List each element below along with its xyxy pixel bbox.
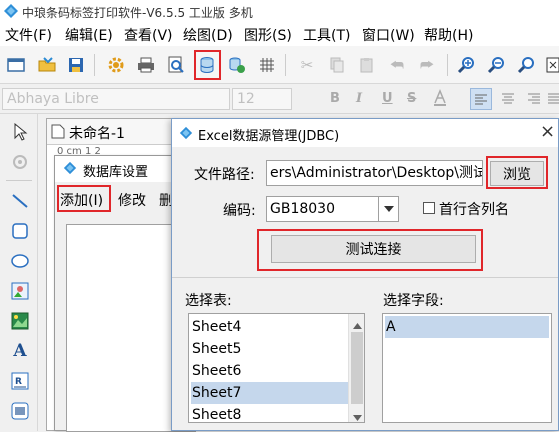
document-icon [51, 124, 65, 143]
app-logo-icon [3, 3, 19, 19]
excel-datasource-dialog: Excel数据源管理(JDBC) × 文件路径: ers\Administrat… [171, 118, 559, 431]
menu-edit[interactable]: 编辑(E) [65, 25, 113, 45]
menu-shape[interactable]: 图形(S) [244, 25, 292, 45]
dialog-title: Excel数据源管理(JDBC) [198, 129, 340, 144]
new-icon[interactable] [6, 55, 26, 75]
main-toolbar: ✂ ⮪ ⮫ [0, 46, 559, 84]
db-edit-button[interactable]: 修改 [118, 190, 146, 210]
chevron-down-icon[interactable] [379, 196, 399, 222]
format-bar: Abhaya Libre 12 B I U S [0, 84, 559, 114]
field-item-a[interactable]: A [385, 316, 549, 338]
grid-icon[interactable] [257, 55, 277, 75]
table-item-sheet4[interactable]: Sheet4 [191, 316, 348, 338]
text-tool-icon[interactable]: A [9, 340, 31, 362]
left-toolbar: A R [0, 114, 38, 431]
font-color-icon[interactable] [432, 89, 448, 111]
encoding-value: GB18030 [270, 201, 335, 217]
line-tool-icon[interactable] [9, 190, 31, 212]
path-label: 文件路径: [194, 167, 255, 183]
strikethrough-button[interactable]: S [407, 91, 416, 106]
table-item-sheet8[interactable]: Sheet8 [191, 404, 348, 422]
fields-label: 选择字段: [383, 293, 444, 309]
close-icon[interactable]: × [540, 121, 555, 142]
select-arrow-icon[interactable] [9, 121, 31, 143]
font-name-select[interactable]: Abhaya Libre [2, 88, 230, 110]
fit-page-icon[interactable] [543, 55, 559, 75]
title-bar: 中琅条码标签打印软件-V6.5.5 工业版 多机 [0, 0, 559, 22]
browse-highlight [486, 156, 548, 189]
test-connection-highlight [257, 229, 483, 271]
menu-help[interactable]: 帮助(H) [424, 25, 473, 45]
app-logo-dialog-icon [179, 126, 193, 144]
svg-text:R: R [15, 377, 22, 387]
path-input[interactable]: ers\Administrator\Desktop\测试.xls [266, 160, 483, 186]
menu-file[interactable]: 文件(F) [5, 25, 52, 45]
barcode-tool-icon[interactable] [9, 400, 31, 422]
zoom-out-icon[interactable] [486, 55, 506, 75]
table-item-sheet6[interactable]: Sheet6 [191, 360, 348, 382]
print-icon[interactable] [136, 55, 156, 75]
table-item-sheet7-selected[interactable]: Sheet7 [191, 382, 348, 404]
rectangle-tool-icon[interactable] [9, 220, 31, 242]
table-item-sheet5[interactable]: Sheet5 [191, 338, 348, 360]
align-center-button[interactable] [498, 88, 518, 112]
encoding-label: 编码: [223, 203, 256, 219]
document-tab-bar: 未命名-1 [47, 119, 187, 145]
copy-icon[interactable] [327, 55, 347, 75]
paste-icon[interactable] [357, 55, 377, 75]
save-icon[interactable] [66, 55, 86, 75]
align-left-button[interactable] [470, 88, 492, 110]
menu-bar: 文件(F) 编辑(E) 查看(V) 绘图(D) 图形(S) 工具(T) 窗口(W… [0, 22, 559, 46]
database-connect-icon[interactable] [227, 55, 247, 75]
database-highlight [194, 50, 221, 80]
fields-list[interactable]: A [382, 313, 552, 423]
menu-tools[interactable]: 工具(T) [303, 25, 350, 45]
tables-label: 选择表: [185, 293, 232, 309]
menu-window[interactable]: 窗口(W) [362, 25, 415, 45]
dialog-title-bar: Excel数据源管理(JDBC) × [172, 119, 558, 147]
italic-button[interactable]: I [356, 91, 362, 106]
cut-icon[interactable]: ✂ [297, 55, 317, 75]
scroll-up-icon[interactable] [353, 318, 362, 333]
font-size-select[interactable]: 12 [232, 88, 292, 110]
ellipse-tool-icon[interactable] [9, 250, 31, 272]
encoding-select[interactable]: GB18030 [266, 196, 379, 222]
undo-icon[interactable]: ⮪ [387, 55, 407, 75]
tables-list[interactable]: Sheet4 Sheet5 Sheet6 Sheet7 Sheet8 [188, 313, 365, 423]
picture-tool-icon[interactable] [9, 310, 31, 332]
align-right-button[interactable] [524, 88, 544, 112]
tables-scrollbar[interactable] [348, 314, 364, 422]
zoom-fit-icon[interactable] [516, 55, 536, 75]
db-window-title: 数据库设置 [83, 165, 149, 180]
rotate-icon[interactable] [9, 151, 31, 173]
window-title: 中琅条码标签打印软件-V6.5.5 工业版 多机 [22, 6, 253, 20]
first-row-checkbox[interactable] [423, 202, 435, 214]
align-justify-button[interactable] [548, 88, 559, 112]
bold-button[interactable]: B [330, 91, 340, 106]
menu-draw[interactable]: 绘图(D) [183, 25, 233, 45]
tables-scroll-thumb[interactable] [351, 332, 363, 404]
settings-gear-icon[interactable] [106, 55, 126, 75]
document-tab-label[interactable]: 未命名-1 [69, 123, 125, 143]
db-add-highlight [57, 185, 111, 212]
open-icon[interactable] [37, 55, 57, 75]
app-logo-small-icon [63, 161, 77, 179]
rich-text-tool-icon[interactable]: R [9, 370, 31, 392]
underline-button[interactable]: U [382, 91, 393, 106]
print-preview-icon[interactable] [166, 55, 186, 75]
scroll-down-icon[interactable] [353, 410, 362, 422]
redo-icon[interactable]: ⮫ [417, 55, 437, 75]
image-tool-icon[interactable] [9, 280, 31, 302]
zoom-in-icon[interactable] [456, 55, 476, 75]
menu-view[interactable]: 查看(V) [124, 25, 173, 45]
first-row-label: 首行含列名 [439, 202, 509, 218]
